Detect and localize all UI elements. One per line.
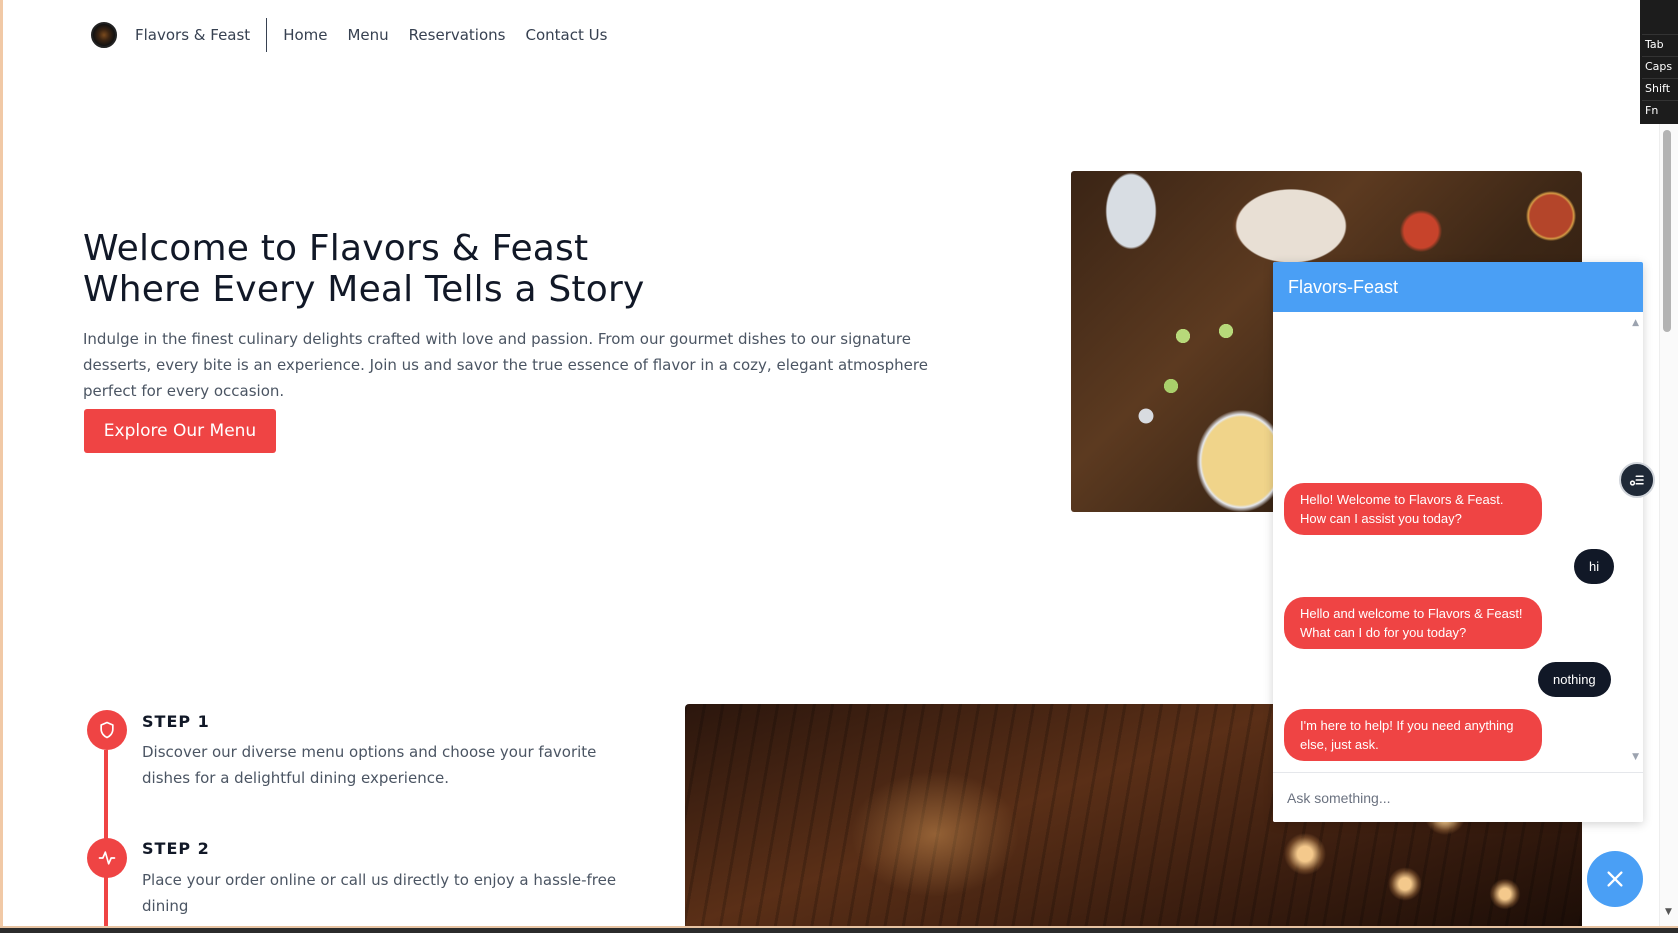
shield-icon [87, 710, 127, 750]
chat-widget: Flavors-Feast ▲ Hello! Welcome to Flavor… [1273, 262, 1643, 822]
hero-description: Indulge in the finest culinary delights … [83, 330, 928, 400]
on-screen-keyboard: Tab Caps Shift Fn [1640, 0, 1678, 124]
chat-message-user: hi [1574, 549, 1615, 584]
chat-message-bot: I'm here to help! If you need anything e… [1284, 709, 1542, 761]
options-list-icon [1629, 475, 1644, 486]
chat-message-bot: Hello! Welcome to Flavors & Feast. How c… [1284, 483, 1542, 535]
chat-header: Flavors-Feast [1273, 262, 1643, 312]
keyboard-key-caps[interactable]: Caps [1642, 56, 1678, 76]
chat-messages[interactable]: ▲ Hello! Welcome to Flavors & Feast. How… [1273, 312, 1643, 772]
nav-link-reservations[interactable]: Reservations [409, 26, 506, 44]
nav-link-home[interactable]: Home [283, 26, 327, 44]
keyboard-key-fn[interactable]: Fn [1642, 100, 1678, 120]
brand-logo[interactable] [91, 22, 117, 48]
chat-input[interactable] [1273, 772, 1643, 822]
nav-divider [266, 18, 268, 52]
explore-menu-button[interactable]: Explore Our Menu [84, 409, 276, 453]
hero-title: Welcome to Flavors & Feast Where Every M… [83, 228, 783, 310]
nav-link-menu[interactable]: Menu [347, 26, 388, 44]
keyboard-key-tab[interactable]: Tab [1642, 34, 1678, 54]
chat-close-button[interactable] [1587, 851, 1643, 907]
page-scrollbar-thumb[interactable] [1663, 130, 1671, 332]
brand-name[interactable]: Flavors & Feast [135, 26, 250, 44]
hero-title-line2: Where Every Meal Tells a Story [83, 269, 645, 310]
step-2-title: STEP 2 [142, 839, 210, 858]
step-1-description: Discover our diverse menu options and ch… [142, 743, 597, 787]
chat-scroll-up-icon[interactable]: ▲ [1632, 318, 1639, 328]
close-icon [1607, 871, 1623, 887]
keyboard-key-shift[interactable]: Shift [1642, 78, 1678, 98]
hero-title-line1: Welcome to Flavors & Feast [83, 228, 589, 269]
top-nav: Flavors & Feast Home Menu Reservations C… [91, 18, 627, 52]
nav-link-contact[interactable]: Contact Us [525, 26, 607, 44]
step-1-title: STEP 1 [142, 712, 210, 731]
activity-icon [87, 838, 127, 878]
taskbar-edge [0, 926, 1678, 933]
chat-scroll-down-icon[interactable]: ▼ [1632, 752, 1639, 762]
chat-message-bot: Hello and welcome to Flavors & Feast! Wh… [1284, 597, 1542, 649]
chat-options-button[interactable] [1619, 462, 1655, 498]
scrollbar-down-arrow-icon[interactable]: ▼ [1665, 907, 1672, 917]
chat-message-user: nothing [1538, 662, 1611, 697]
step-2-description: Place your order online or call us direc… [142, 871, 617, 915]
page: Flavors & Feast Home Menu Reservations C… [3, 0, 1662, 926]
